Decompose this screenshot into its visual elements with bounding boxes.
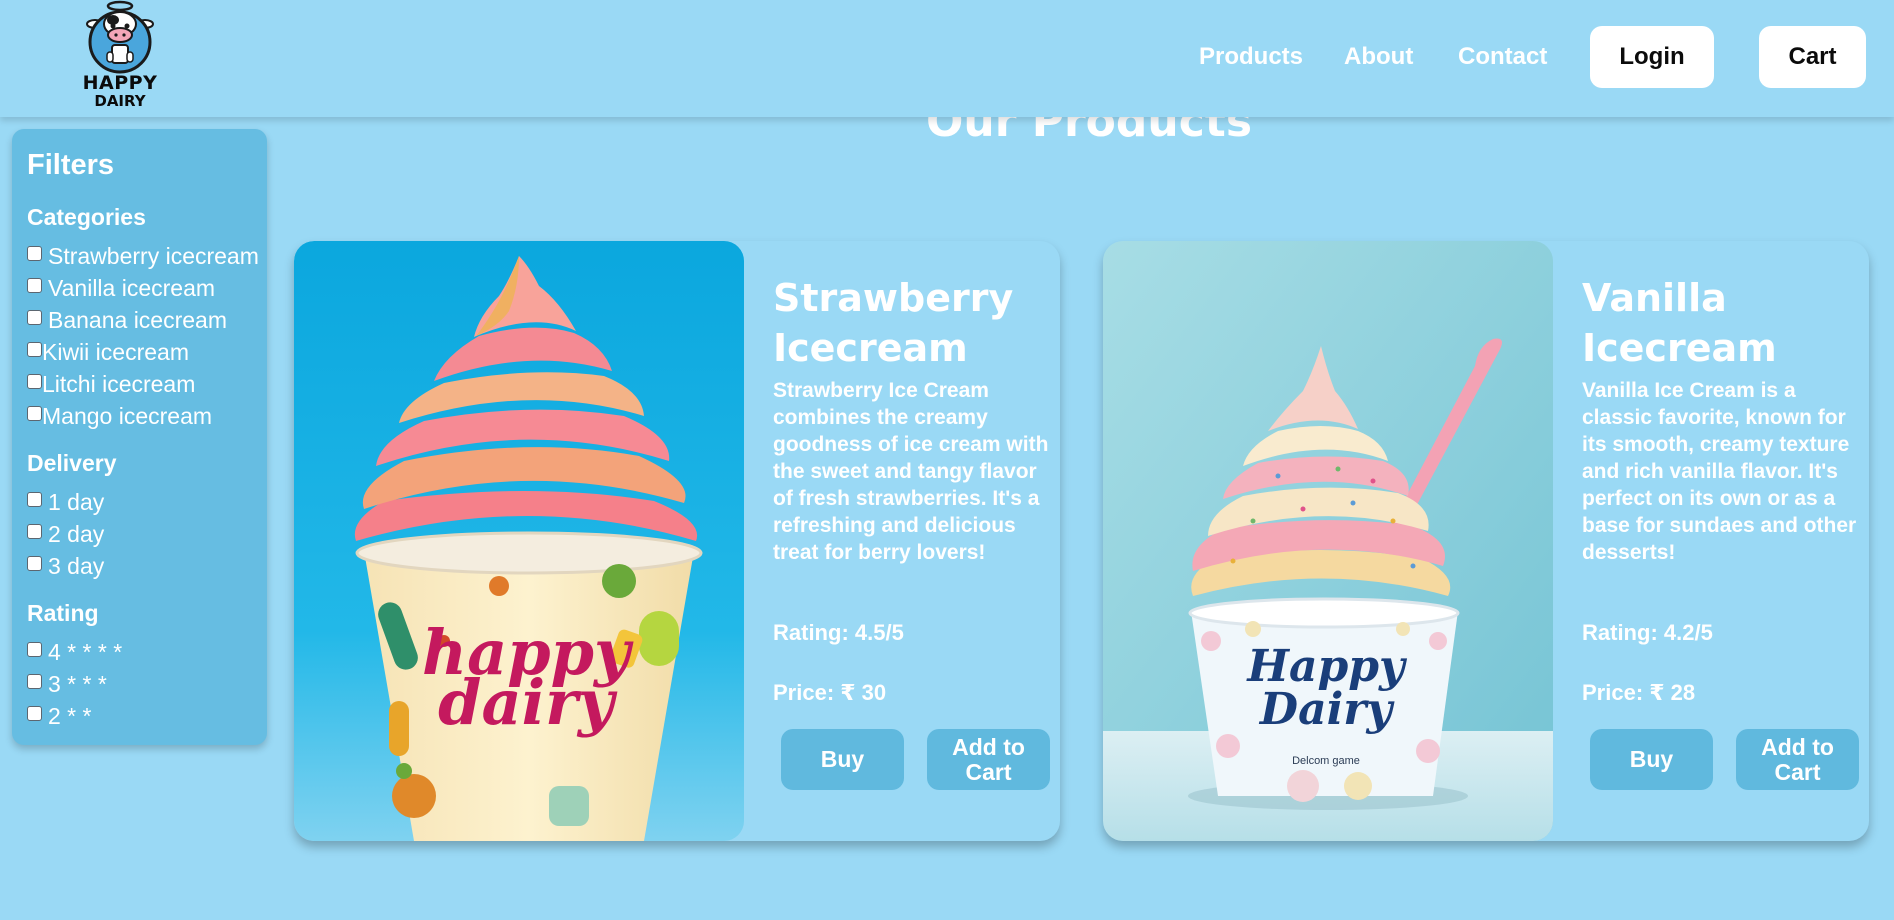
buy-button[interactable]: Buy: [781, 729, 904, 790]
checkbox[interactable]: [27, 374, 42, 389]
checkbox[interactable]: [27, 492, 42, 507]
categories-heading: Categories: [27, 204, 146, 230]
checkbox[interactable]: [27, 524, 42, 539]
category-filter-vanilla[interactable]: Vanilla icecream: [27, 275, 215, 302]
product-card-vanilla: Happy Dairy Delcom game Vanilla Icecream…: [1103, 241, 1869, 841]
product-description: Vanilla Ice Cream is a classic favorite,…: [1582, 379, 1857, 564]
category-filter-label: Strawberry icecream: [48, 243, 259, 269]
category-filter-label: Litchi icecream: [42, 371, 196, 397]
nav-about-link[interactable]: About: [1344, 43, 1413, 71]
category-filter-mango[interactable]: Mango icecream: [27, 403, 212, 430]
brand-logo[interactable]: HAPPY DAIRY: [80, 0, 160, 112]
rating-filter-3[interactable]: 3 * * *: [27, 671, 107, 698]
rating-filter-label: 2 * *: [48, 703, 92, 729]
product-image-strawberry[interactable]: happy dairy: [294, 241, 744, 841]
product-name: Vanilla Icecream: [1582, 276, 1777, 370]
cup-small-text: Delcom game: [1292, 755, 1360, 767]
rating-filter-2[interactable]: 2 * *: [27, 703, 91, 730]
product-price: Price: ₹ 30: [773, 680, 887, 705]
checkbox[interactable]: [27, 246, 42, 261]
cup-brand-text-line2: dairy: [438, 666, 618, 739]
rating-filter-label: 3 * * *: [48, 671, 107, 697]
cup-brand-text-line2: Dairy: [1258, 684, 1396, 735]
delivery-filter-label: 2 day: [48, 521, 105, 547]
rating-filter-label: 4 * * * *: [48, 639, 123, 665]
checkbox[interactable]: [27, 342, 42, 357]
delivery-filter-label: 1 day: [48, 489, 105, 515]
site-header: HAPPY DAIRY Products About Contact Login…: [0, 0, 1894, 117]
filters-sidebar: Filters Categories Strawberry icecream V…: [12, 129, 267, 745]
category-filter-label: Mango icecream: [42, 403, 213, 429]
rating-heading: Rating: [27, 600, 99, 626]
category-filter-strawberry[interactable]: Strawberry icecream: [27, 243, 259, 270]
checkbox[interactable]: [27, 706, 42, 721]
product-image-vanilla[interactable]: Happy Dairy Delcom game: [1103, 241, 1553, 841]
product-rating: Rating: 4.2/5: [1582, 620, 1713, 645]
logo-text-line1: HAPPY: [82, 72, 158, 94]
product-description: Strawberry Ice Cream combines the creamy…: [773, 379, 1049, 564]
login-button[interactable]: Login: [1590, 26, 1714, 88]
cow-mascot-icon: [86, 0, 154, 74]
category-filter-label: Banana icecream: [48, 307, 227, 333]
nav-products-link[interactable]: Products: [1199, 43, 1303, 71]
category-filter-label: Kiwii icecream: [42, 339, 189, 365]
cart-button[interactable]: Cart: [1759, 26, 1866, 88]
delivery-filter-label: 3 day: [48, 553, 105, 579]
checkbox[interactable]: [27, 674, 42, 689]
category-filter-label: Vanilla icecream: [48, 275, 216, 301]
rating-filter-4[interactable]: 4 * * * *: [27, 639, 122, 666]
buy-button[interactable]: Buy: [1590, 729, 1713, 790]
category-filter-kiwii[interactable]: Kiwii icecream: [27, 339, 189, 366]
product-name: Strawberry Icecream: [773, 276, 1014, 370]
product-price: Price: ₹ 28: [1582, 680, 1696, 705]
nav-contact-link[interactable]: Contact: [1458, 43, 1547, 71]
delivery-filter-2-day[interactable]: 2 day: [27, 521, 104, 548]
logo-text-line2: DAIRY: [94, 92, 146, 110]
delivery-filter-3-day[interactable]: 3 day: [27, 553, 104, 580]
product-card-strawberry: happy dairy Strawberry Icecream Strawber…: [294, 241, 1060, 841]
add-to-cart-button[interactable]: Add to Cart: [927, 729, 1050, 790]
category-filter-litchi[interactable]: Litchi icecream: [27, 371, 195, 398]
checkbox[interactable]: [27, 310, 42, 325]
checkbox[interactable]: [27, 556, 42, 571]
checkbox[interactable]: [27, 406, 42, 421]
delivery-heading: Delivery: [27, 450, 117, 476]
filters-title: Filters: [27, 149, 115, 181]
category-filter-banana[interactable]: Banana icecream: [27, 307, 227, 334]
product-rating: Rating: 4.5/5: [773, 620, 904, 645]
add-to-cart-button[interactable]: Add to Cart: [1736, 729, 1859, 790]
checkbox[interactable]: [27, 278, 42, 293]
delivery-filter-1-day[interactable]: 1 day: [27, 489, 104, 516]
checkbox[interactable]: [27, 642, 42, 657]
